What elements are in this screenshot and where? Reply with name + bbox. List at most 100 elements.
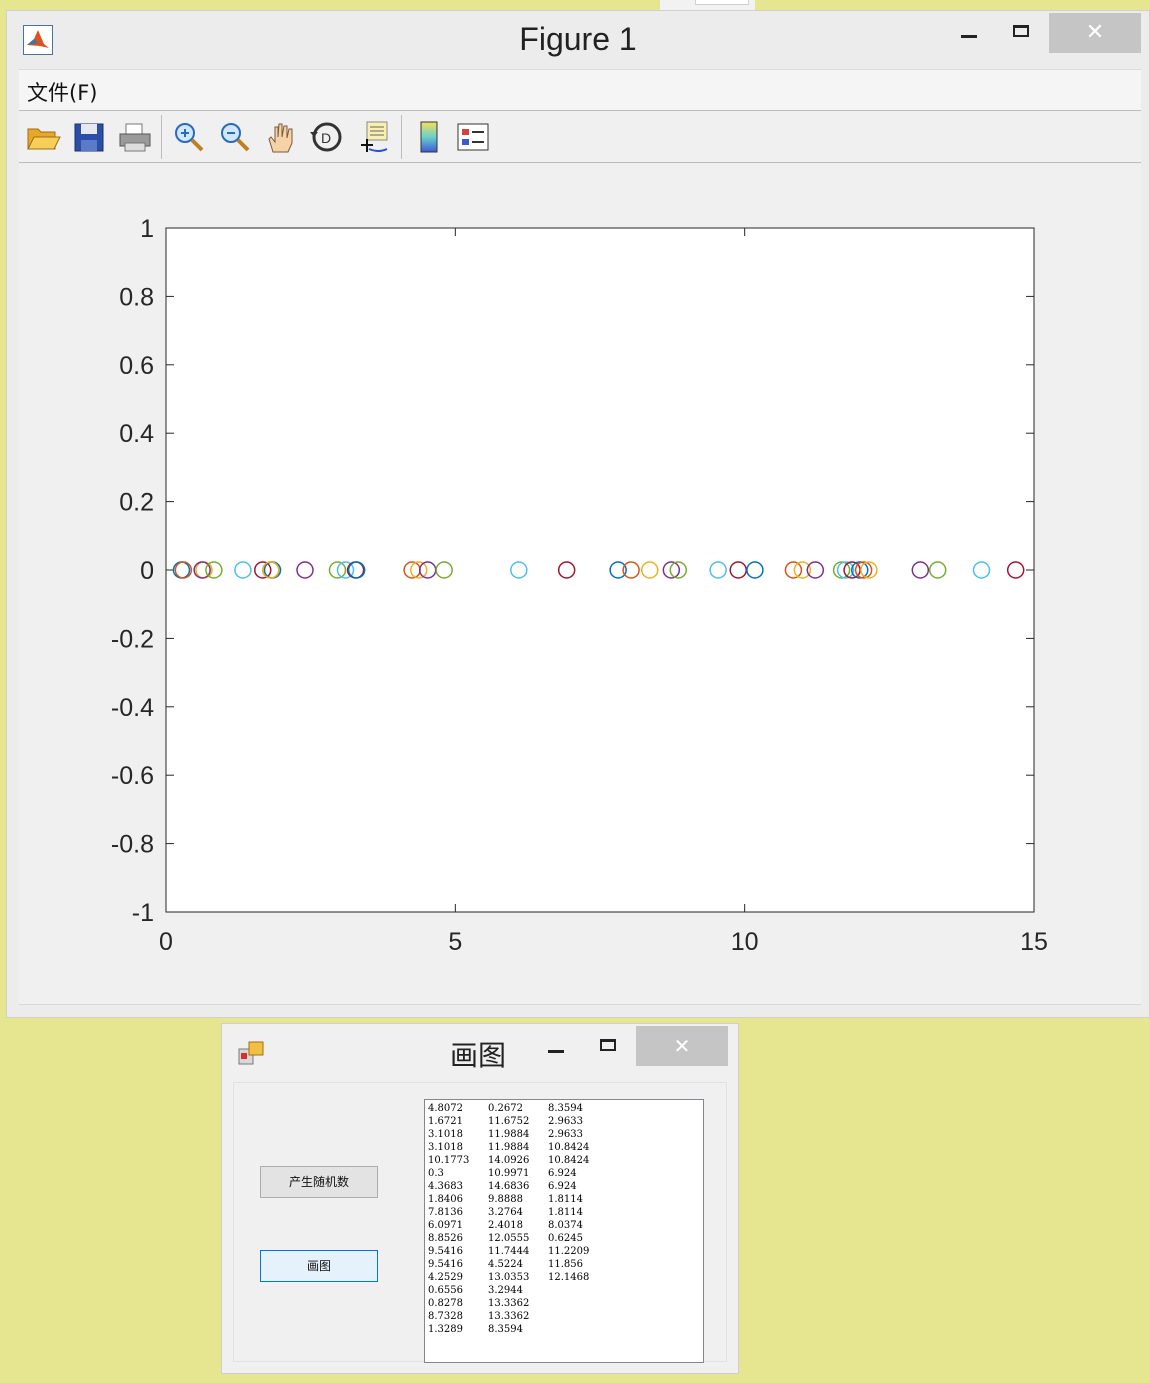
legend-icon[interactable] <box>455 119 491 155</box>
figure-toolbar: D <box>19 111 1141 163</box>
list-cell: 11.7444 <box>488 1246 530 1257</box>
list-cell: 2.4018 <box>488 1220 523 1231</box>
zoom-out-icon[interactable] <box>217 119 253 155</box>
list-cell: 6.924 <box>548 1168 577 1179</box>
list-cell: 8.0374 <box>548 1220 583 1231</box>
list-cell: 11.6752 <box>488 1116 530 1127</box>
data-cursor-icon[interactable] <box>355 119 391 155</box>
list-cell: 8.8526 <box>428 1233 463 1244</box>
list-cell: 0.6556 <box>428 1285 463 1296</box>
x-tick-label: 10 <box>731 928 759 956</box>
minimize-icon[interactable] <box>548 1050 564 1053</box>
list-cell: 12.0555 <box>488 1233 530 1244</box>
list-cell: 4.3683 <box>428 1181 463 1192</box>
maximize-icon[interactable] <box>600 1039 616 1051</box>
list-cell: 11.856 <box>548 1259 583 1270</box>
list-cell: 0.8278 <box>428 1298 463 1309</box>
open-file-icon[interactable] <box>25 119 61 155</box>
scatter-plot[interactable]: 0 5 10 15 1 0.8 0.6 0.4 0.2 0 -0.2 -0.4 -0.6 -0.8 -1 <box>19 164 1141 1005</box>
list-cell: 4.8072 <box>428 1103 463 1114</box>
toolbar-separator <box>161 115 162 159</box>
list-cell: 3.1018 <box>428 1129 463 1140</box>
maximize-icon[interactable] <box>1013 25 1029 37</box>
x-tick-label: 5 <box>448 928 462 956</box>
minimize-icon[interactable] <box>961 35 977 38</box>
list-cell: 14.6836 <box>488 1181 530 1192</box>
colorbar-icon[interactable] <box>411 119 447 155</box>
zoom-in-icon[interactable] <box>171 119 207 155</box>
y-tick-label: 1 <box>140 215 154 243</box>
form-title: 画图 <box>450 1039 507 1072</box>
list-cell: 6.924 <box>548 1181 577 1192</box>
y-tick-label: 0.6 <box>119 352 154 380</box>
list-cell: 9.5416 <box>428 1246 463 1257</box>
y-tick-label: 0.8 <box>119 283 154 311</box>
form-window: 画图 ✕ 产生随机数 画图 4.8072 0.2672 8.3594 1.6721 11… <box>221 1023 739 1374</box>
list-cell: 14.0926 <box>488 1155 530 1166</box>
list-cell: 6.0971 <box>428 1220 463 1231</box>
list-cell: 10.1773 <box>428 1155 470 1166</box>
form-app-icon <box>238 1040 266 1066</box>
list-cell: 13.3362 <box>488 1298 530 1309</box>
list-cell: 0.6245 <box>548 1233 583 1244</box>
y-tick-label: -0.6 <box>111 762 154 790</box>
list-cell: 8.3594 <box>548 1103 583 1114</box>
close-button[interactable]: ✕ <box>1049 13 1141 53</box>
list-cell: 3.1018 <box>428 1142 463 1153</box>
list-cell: 0.3 <box>428 1168 444 1179</box>
list-cell: 1.6721 <box>428 1116 463 1127</box>
list-cell: 1.3289 <box>428 1324 463 1335</box>
list-cell: 13.3362 <box>488 1311 530 1322</box>
list-cell: 1.8114 <box>548 1207 583 1218</box>
list-cell: 10.8424 <box>548 1155 590 1166</box>
list-cell: 1.8406 <box>428 1194 463 1205</box>
y-tick-label: -0.8 <box>111 831 154 859</box>
y-tick-label: -0.2 <box>111 625 154 653</box>
taskbar-thumbnail <box>660 0 755 10</box>
print-icon[interactable] <box>117 119 153 155</box>
list-cell: 9.5416 <box>428 1259 463 1270</box>
figure-window: Figure 1 ✕ 文件(F) D 0 5 10 15 1 0.8 0.6 0… <box>6 10 1150 1018</box>
list-cell: 8.7328 <box>428 1311 463 1322</box>
svg-text:D: D <box>321 130 331 146</box>
menu-file[interactable]: 文件(F) <box>27 77 97 107</box>
list-cell: 3.2944 <box>488 1285 523 1296</box>
y-tick-label: -0.4 <box>111 694 154 722</box>
list-cell: 3.2764 <box>488 1207 523 1218</box>
axes-box <box>165 227 1035 913</box>
figure-titlebar[interactable]: Figure 1 ✕ <box>7 11 1149 69</box>
form-client-area: 产生随机数 画图 4.8072 0.2672 8.3594 1.6721 11.6752… <box>233 1082 727 1363</box>
random-numbers-listbox[interactable]: 4.8072 0.2672 8.3594 1.6721 11.6752 2.9633 3.1… <box>424 1099 704 1363</box>
list-cell: 8.3594 <box>488 1324 523 1335</box>
list-cell: 1.8114 <box>548 1194 583 1205</box>
list-cell: 11.9884 <box>488 1142 530 1153</box>
figure-canvas: 0 5 10 15 1 0.8 0.6 0.4 0.2 0 -0.2 -0.4 -0.6 -0.8 -1 <box>19 164 1141 1005</box>
menubar: 文件(F) <box>19 69 1141 111</box>
y-tick-label: -1 <box>132 899 154 927</box>
list-cell: 4.2529 <box>428 1272 463 1283</box>
list-cell: 11.2209 <box>548 1246 590 1257</box>
x-tick-label: 0 <box>159 928 173 956</box>
figure-title: Figure 1 <box>519 21 637 57</box>
generate-random-button[interactable]: 产生随机数 <box>260 1166 378 1198</box>
list-cell: 7.8136 <box>428 1207 463 1218</box>
y-tick-label: 0.4 <box>119 420 154 448</box>
plot-button[interactable]: 画图 <box>260 1250 378 1282</box>
pan-hand-icon[interactable] <box>263 119 299 155</box>
list-cell: 0.2672 <box>488 1103 523 1114</box>
toolbar-separator <box>401 115 402 159</box>
save-icon[interactable] <box>71 119 107 155</box>
list-cell: 13.0353 <box>488 1272 530 1283</box>
list-cell: 9.8888 <box>488 1194 523 1205</box>
list-cell: 2.9633 <box>548 1116 583 1127</box>
list-cell: 12.1468 <box>548 1272 590 1283</box>
y-tick-label: 0.2 <box>119 489 154 517</box>
list-cell: 4.5224 <box>488 1259 523 1270</box>
list-cell: 11.9884 <box>488 1129 530 1140</box>
rotate-3d-icon[interactable]: D <box>309 119 345 155</box>
x-tick-label: 15 <box>1020 928 1048 956</box>
close-button[interactable]: ✕ <box>636 1026 728 1066</box>
list-cell: 10.9971 <box>488 1168 530 1179</box>
list-cell: 2.9633 <box>548 1129 583 1140</box>
y-tick-label: 0 <box>140 557 154 585</box>
